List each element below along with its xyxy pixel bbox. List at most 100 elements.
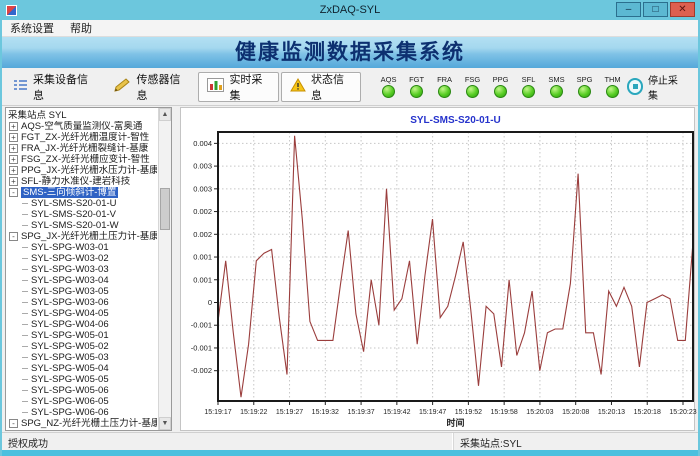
tree-item-label[interactable]: FSG_ZX-光纤光栅应变计-智性: [21, 154, 150, 165]
window-title: ZxDAQ-SYL: [2, 4, 698, 16]
tree-item[interactable]: SYL-SPG-W03-02: [8, 253, 157, 264]
expand-icon[interactable]: +: [9, 122, 18, 131]
tree-scrollbar[interactable]: ▲ ▼: [158, 108, 171, 430]
tree-item[interactable]: +SFL-静力水准仪-建岩科技: [8, 176, 157, 187]
tree-item[interactable]: SYL-SMS-S20-01-W: [8, 220, 157, 231]
tree-item[interactable]: SYL-SPG-W03-05: [8, 286, 157, 297]
indicator-SFL: SFL: [515, 75, 543, 98]
green-led-icon: [494, 85, 507, 98]
expand-icon[interactable]: +: [9, 177, 18, 186]
tree-item-label[interactable]: SYL-SPG-W05-05: [31, 374, 109, 385]
scroll-down-icon[interactable]: ▼: [159, 417, 171, 430]
tree-item[interactable]: +FRA_JX-光纤光栅裂缝计-基康: [8, 143, 157, 154]
tree-item-label[interactable]: SFL-静力水准仪-建岩科技: [21, 176, 130, 187]
tree-item[interactable]: -SPG_JX-光纤光栅土压力计-基康: [8, 231, 157, 242]
toolbar-button-3[interactable]: 状态信息: [281, 72, 361, 102]
tree-root-label: 采集站点 SYL: [8, 110, 67, 121]
tree-item[interactable]: SYL-SPG-W03-03: [8, 264, 157, 275]
y-tick-label: 0.004: [193, 139, 212, 148]
tree-item-label[interactable]: SYL-SPG-W05-04: [31, 363, 109, 374]
menu-item-0[interactable]: 系统设置: [2, 19, 62, 37]
tree-item-label[interactable]: SYL-SPG-W03-02: [31, 253, 109, 264]
tree-item-label[interactable]: FRA_JX-光纤光栅裂缝计-基康: [21, 143, 148, 154]
toolbar-button-1[interactable]: 传感器信息: [105, 72, 196, 102]
tree-item[interactable]: SYL-SPG-W06-05: [8, 396, 157, 407]
tree-item-label[interactable]: SYL-SPG-W06-05: [31, 396, 109, 407]
tree-item[interactable]: -SPG_NZ-光纤光栅土压力计-基康: [8, 418, 157, 429]
tree-item[interactable]: SYL-SPG-W06-06: [8, 407, 157, 418]
tree-item-label[interactable]: SYL-SPG-W05-06: [31, 385, 109, 396]
tree-item-label[interactable]: SYL-SPG-W05-01: [31, 330, 109, 341]
stop-collect-button[interactable]: 停止采集: [627, 72, 686, 102]
tree-item-label[interactable]: SPG_JX-光纤光栅土压力计-基康: [21, 231, 157, 242]
tree-item-label[interactable]: SYL-SMS-S20-01-U: [31, 198, 117, 209]
tree-item-label[interactable]: SYL-SPG-W05-03: [31, 352, 109, 363]
tree-item[interactable]: SYL-SPG-W03-06: [8, 297, 157, 308]
close-button[interactable]: ✕: [670, 2, 695, 17]
scroll-thumb[interactable]: [160, 188, 170, 230]
y-tick-label: 0.002: [193, 230, 212, 239]
tree-item[interactable]: SYL-SPG-W03-04: [8, 275, 157, 286]
tree-item[interactable]: SYL-SMS-S20-01-V: [8, 209, 157, 220]
tree-item-label[interactable]: SYL-SPG-W06-06: [31, 407, 109, 418]
tree-item-label[interactable]: SYL-SPG-W04-05: [31, 308, 109, 319]
tree-item[interactable]: SYL-SPG-W05-03: [8, 352, 157, 363]
channel-indicators: AQSFGTFRAFSGPPGSFLSMSSPGTHM: [375, 75, 627, 98]
tree-item-label[interactable]: FGT_ZX-光纤光栅温度计-智性: [21, 132, 149, 143]
collapse-icon[interactable]: -: [9, 232, 18, 241]
indicator-SPG: SPG: [571, 75, 599, 98]
tree-item[interactable]: SYL-SPG-W01-01: [8, 429, 157, 430]
tree-item-label-selected[interactable]: SMS-三向倾斜计-博置: [21, 187, 118, 198]
scroll-up-icon[interactable]: ▲: [159, 108, 171, 121]
collapse-icon[interactable]: -: [9, 188, 18, 197]
tree-item[interactable]: +AQS-空气质量监测仪-富奥通: [8, 121, 157, 132]
expand-icon[interactable]: +: [9, 155, 18, 164]
tree-item-label[interactable]: PPG_JX-光纤光栅水压力计-基康: [21, 165, 157, 176]
tree-item-label[interactable]: SYL-SPG-W05-02: [31, 341, 109, 352]
tree-item[interactable]: +FSG_ZX-光纤光栅应变计-智性: [8, 154, 157, 165]
tree-item[interactable]: SYL-SPG-W04-06: [8, 319, 157, 330]
indicator-FRA: FRA: [431, 75, 459, 98]
y-tick-label: 0.003: [193, 184, 212, 193]
tree-item-label[interactable]: SYL-SPG-W01-01: [31, 429, 109, 430]
tree-item-label[interactable]: SYL-SPG-W04-06: [31, 319, 109, 330]
tree-item[interactable]: +FGT_ZX-光纤光栅温度计-智性: [8, 132, 157, 143]
expand-icon[interactable]: +: [9, 166, 18, 175]
tree-item-label[interactable]: SYL-SMS-S20-01-V: [31, 209, 116, 220]
station-tree-panel: 采集站点 SYL +AQS-空气质量监测仪-富奥通+FGT_ZX-光纤光栅温度计…: [5, 107, 172, 431]
tree-item[interactable]: SYL-SPG-W05-02: [8, 341, 157, 352]
tree-item[interactable]: SYL-SPG-W04-05: [8, 308, 157, 319]
tree-item[interactable]: SYL-SPG-W03-01: [8, 242, 157, 253]
expand-icon[interactable]: +: [9, 133, 18, 142]
toolbar-button-0[interactable]: 采集设备信息: [4, 72, 103, 102]
tree-item[interactable]: SYL-SPG-W05-06: [8, 385, 157, 396]
expand-icon[interactable]: +: [9, 144, 18, 153]
tree-item-label[interactable]: SPG_NZ-光纤光栅土压力计-基康: [21, 418, 157, 429]
tree-item-label[interactable]: SYL-SPG-W03-06: [31, 297, 109, 308]
tree-item[interactable]: SYL-SMS-S20-01-U: [8, 198, 157, 209]
tree-branch-line: [22, 346, 28, 347]
tree-item-label[interactable]: SYL-SMS-S20-01-W: [31, 220, 119, 231]
tree-branch-line: [22, 302, 28, 303]
window-bottom-border: [2, 450, 698, 456]
collapse-icon[interactable]: -: [9, 419, 18, 428]
tree-branch-line: [22, 269, 28, 270]
tree-item[interactable]: SYL-SPG-W05-01: [8, 330, 157, 341]
tree-item-label[interactable]: SYL-SPG-W03-04: [31, 275, 109, 286]
tree-branch-line: [22, 379, 28, 380]
tree-item-label[interactable]: SYL-SPG-W03-03: [31, 264, 109, 275]
tree-item-label[interactable]: SYL-SPG-W03-01: [31, 242, 109, 253]
minimize-button[interactable]: –: [616, 2, 641, 17]
toolbar-button-2[interactable]: 实时采集: [198, 72, 279, 102]
tree-root[interactable]: 采集站点 SYL: [8, 110, 157, 121]
tree-item[interactable]: -SMS-三向倾斜计-博置: [8, 187, 157, 198]
tree-item-label[interactable]: AQS-空气质量监测仪-富奥通: [21, 121, 142, 132]
indicator-label: SFL: [515, 75, 543, 84]
menu-item-1[interactable]: 帮助: [62, 19, 100, 37]
tree-branch-line: [22, 280, 28, 281]
tree-item[interactable]: SYL-SPG-W05-05: [8, 374, 157, 385]
maximize-button[interactable]: □: [643, 2, 668, 17]
tree-item-label[interactable]: SYL-SPG-W03-05: [31, 286, 109, 297]
tree-item[interactable]: SYL-SPG-W05-04: [8, 363, 157, 374]
tree-item[interactable]: +PPG_JX-光纤光栅水压力计-基康: [8, 165, 157, 176]
